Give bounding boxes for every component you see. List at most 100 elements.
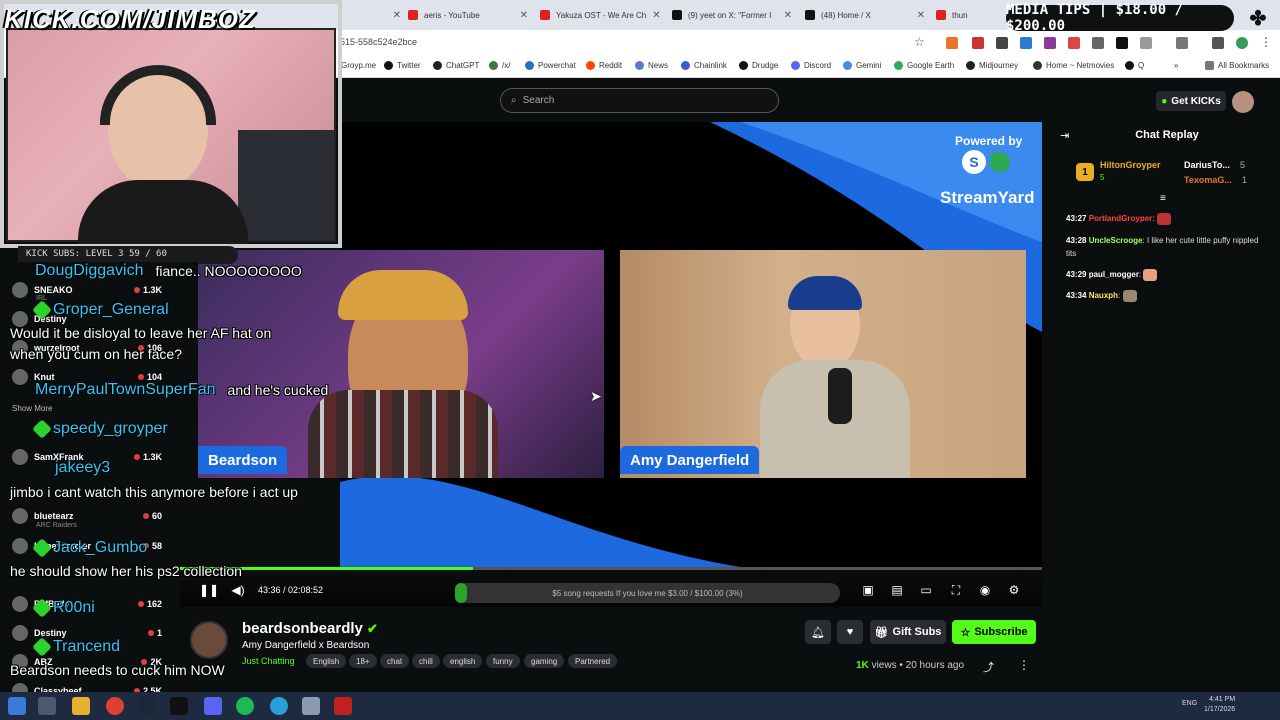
- extension-icon[interactable]: [1020, 37, 1032, 49]
- top-gifter-name[interactable]: HiltonGroyper: [1100, 160, 1161, 170]
- bookmark[interactable]: Chainlink: [681, 61, 727, 70]
- bookmark[interactable]: Discord: [791, 61, 831, 70]
- spotify-icon[interactable]: [236, 697, 254, 715]
- bookmark[interactable]: Groyp.me: [341, 61, 376, 70]
- tag[interactable]: english: [443, 654, 483, 668]
- tag[interactable]: 18+: [349, 654, 377, 668]
- chrome-icon[interactable]: [106, 697, 124, 715]
- overlay-message: fiance.. NOOOOOOOO: [155, 263, 302, 279]
- file-explorer-icon[interactable]: [72, 697, 90, 715]
- telegram-icon[interactable]: [270, 697, 288, 715]
- miniplayer-icon[interactable]: ▣: [861, 583, 875, 597]
- downloads-icon[interactable]: [1212, 37, 1224, 49]
- message-user[interactable]: paul_mogger: [1089, 270, 1139, 279]
- tab-search-icon[interactable]: [1176, 37, 1188, 49]
- close-tab-icon[interactable]: ✕: [520, 10, 528, 21]
- app-icon[interactable]: [302, 697, 320, 715]
- category-link[interactable]: Just Chatting: [242, 656, 295, 666]
- more-options-icon[interactable]: ⋮: [1018, 658, 1030, 672]
- extension-icon[interactable]: [1092, 37, 1104, 49]
- channel-name[interactable]: beardsonbeardly ✔: [242, 620, 378, 637]
- extensions-puzzle-icon[interactable]: [1140, 37, 1152, 49]
- bookmark[interactable]: Powerchat: [525, 61, 576, 70]
- bookmark[interactable]: Q: [1125, 61, 1144, 70]
- clip-icon[interactable]: ▤: [890, 583, 904, 597]
- gear-icon[interactable]: ⚙: [1007, 583, 1021, 597]
- notification-bell-button[interactable]: 🔔︎: [805, 620, 831, 644]
- tag[interactable]: chill: [412, 654, 440, 668]
- bookmark[interactable]: Midjourney: [966, 61, 1018, 70]
- fullscreen-icon[interactable]: ⛶: [949, 583, 963, 597]
- search-input[interactable]: ⌕ Search: [500, 88, 779, 113]
- share-icon[interactable]: ⤴: [983, 659, 994, 675]
- terminal-icon[interactable]: [170, 697, 188, 715]
- show-more-link[interactable]: Show More: [12, 404, 52, 413]
- browser-tab[interactable]: (9) yeet on X: "Former I ✕: [672, 4, 792, 26]
- browser-tab[interactable]: aeris - YouTube ✕: [408, 4, 528, 26]
- star-icon[interactable]: ☆: [914, 35, 925, 49]
- subscribe-button[interactable]: ☆ Subscribe: [952, 620, 1036, 644]
- task-view-icon[interactable]: [38, 697, 56, 715]
- tag[interactable]: funny: [486, 654, 520, 668]
- sidebar-channel[interactable]: SNEAKO 1.3K: [12, 282, 162, 298]
- top-gifter-name[interactable]: DariusTo...: [1184, 160, 1230, 170]
- extension-icon[interactable]: [972, 37, 984, 49]
- get-kicks-button[interactable]: ● Get KICKs: [1156, 91, 1226, 111]
- extension-icon[interactable]: [1044, 37, 1056, 49]
- x-icon: [384, 61, 393, 70]
- volume-icon[interactable]: ◀): [231, 583, 245, 597]
- bookmark[interactable]: ChatGPT: [433, 61, 479, 70]
- extension-icon[interactable]: [1116, 37, 1128, 49]
- extension-icon[interactable]: [946, 37, 958, 49]
- playback-speed-icon[interactable]: ◉: [978, 583, 992, 597]
- message-user[interactable]: Nauxph: [1089, 291, 1118, 300]
- tag[interactable]: gaming: [524, 654, 565, 668]
- subs-goal-bar: KICK SUBS: LEVEL 3 59 / 60: [18, 246, 198, 262]
- start-icon[interactable]: [8, 697, 26, 715]
- netmovies-icon: [1033, 61, 1042, 70]
- all-bookmarks[interactable]: All Bookmarks: [1205, 61, 1269, 70]
- tag[interactable]: English: [306, 654, 347, 668]
- chevron-right-icon[interactable]: »: [1174, 61, 1178, 70]
- menu-kebab-icon[interactable]: ⋮: [1260, 35, 1272, 49]
- browser-tab[interactable]: ✕: [346, 4, 401, 26]
- pause-icon[interactable]: ❚❚: [199, 583, 219, 597]
- channel-avatar[interactable]: [190, 621, 228, 659]
- bookmark[interactable]: /x/: [489, 61, 510, 70]
- sidebar-channel[interactable]: bluetearz 60: [12, 508, 162, 524]
- app-icon[interactable]: [334, 697, 352, 715]
- close-tab-icon[interactable]: ✕: [784, 10, 792, 21]
- follow-button[interactable]: ♥: [837, 620, 863, 644]
- close-tab-icon[interactable]: ✕: [917, 10, 925, 21]
- expand-pinned-icon[interactable]: ≡: [1160, 193, 1166, 204]
- browser-tab[interactable]: (48) Home / X ✕: [805, 4, 925, 26]
- gift-subs-button[interactable]: 🎁︎ Gift Subs: [870, 620, 946, 644]
- theater-mode-icon[interactable]: ▭: [919, 583, 933, 597]
- discord-icon[interactable]: [204, 697, 222, 715]
- top-gifter-name[interactable]: TexomaG...: [1184, 175, 1232, 185]
- tag[interactable]: chat: [380, 654, 410, 668]
- tag[interactable]: Partnered: [568, 654, 618, 668]
- bookmark-label: Powerchat: [538, 61, 576, 70]
- close-tab-icon[interactable]: ✕: [652, 10, 660, 21]
- bookmark[interactable]: Home ~ Netmovies: [1033, 61, 1114, 70]
- bookmark[interactable]: Reddit: [586, 61, 622, 70]
- extension-icon[interactable]: [996, 37, 1008, 49]
- profile-icon[interactable]: [1236, 37, 1248, 49]
- close-tab-icon[interactable]: ✕: [393, 10, 401, 21]
- steam-icon[interactable]: [138, 697, 156, 715]
- avatar[interactable]: [1232, 91, 1254, 113]
- extension-icon[interactable]: [1068, 37, 1080, 49]
- bookmark[interactable]: Twitter: [384, 61, 421, 70]
- bookmark[interactable]: Google Earth: [894, 61, 954, 70]
- url-field[interactable]: 515-558c524e2bce: [340, 37, 417, 47]
- message-user[interactable]: UncleScrooge: [1089, 236, 1143, 245]
- browser-tab[interactable]: thun: [936, 4, 996, 26]
- bookmark[interactable]: News: [635, 61, 668, 70]
- bookmark[interactable]: Gemini: [843, 61, 881, 70]
- overlay-username: Groper_General: [53, 301, 169, 318]
- message-user[interactable]: PortlandGroyper: [1089, 214, 1153, 223]
- bookmark[interactable]: Drudge: [739, 61, 778, 70]
- browser-tab[interactable]: Yakuza OST - We Are Ch ✕: [540, 4, 660, 26]
- system-tray[interactable]: ENG 4:41 PM 1/17/2026: [1182, 695, 1235, 715]
